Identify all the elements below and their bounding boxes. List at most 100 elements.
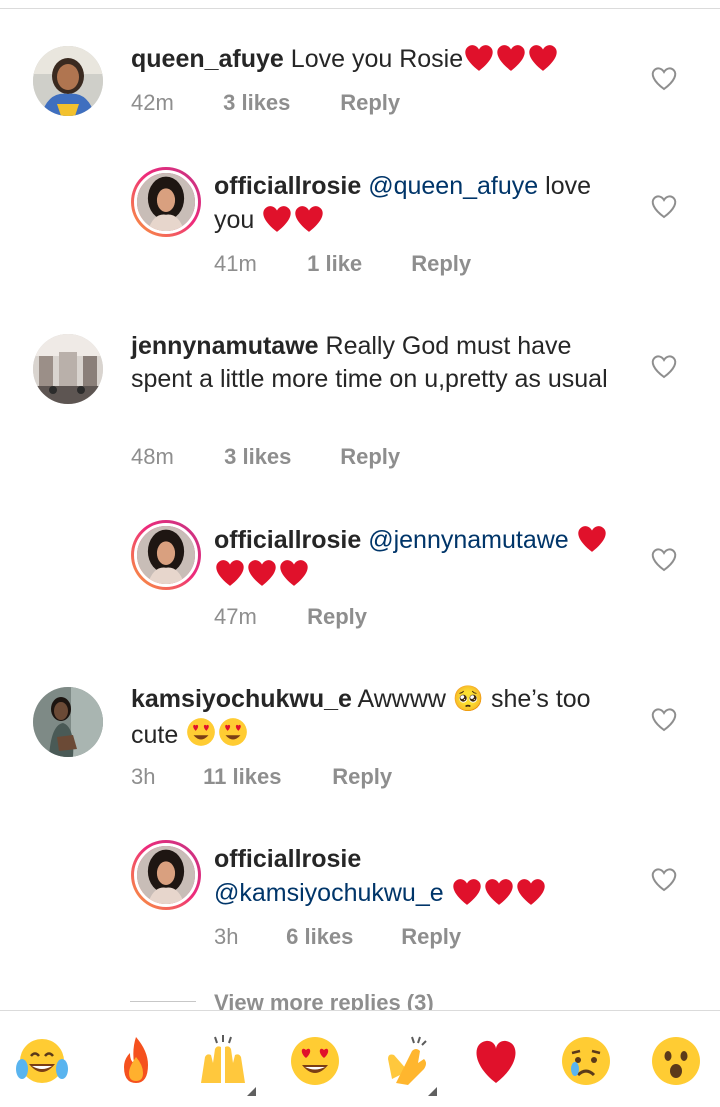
red-heart-icon <box>497 45 525 71</box>
emoji-quick-bar <box>0 1010 720 1107</box>
heart-outline-icon <box>651 868 677 892</box>
heart-eyes-icon <box>187 718 216 746</box>
like-heart-icon[interactable] <box>650 353 678 379</box>
crying-face-icon[interactable] <box>558 1033 614 1089</box>
heart-outline-icon <box>651 355 677 379</box>
like-heart-icon[interactable] <box>650 866 678 892</box>
comment-meta: 47m Reply <box>214 604 367 630</box>
mention-link[interactable]: @kamsiyochukwu_e <box>214 879 444 907</box>
comment-username[interactable]: officiallrosie <box>214 845 361 873</box>
heart-emojis <box>463 45 559 73</box>
profile-photo-icon <box>137 846 195 904</box>
comment-time: 42m <box>131 90 174 115</box>
fire-icon[interactable] <box>108 1033 164 1089</box>
red-heart-icon <box>465 45 493 71</box>
like-heart-icon[interactable] <box>650 193 678 219</box>
red-heart-icon[interactable] <box>468 1033 524 1089</box>
profile-photo-icon <box>33 46 103 116</box>
red-heart-icon <box>484 879 513 905</box>
tears-of-joy-icon[interactable] <box>14 1033 70 1089</box>
heart-eyes-icon <box>219 718 248 746</box>
avatar-photo <box>134 170 198 234</box>
red-heart-icon <box>280 560 308 586</box>
view-more-replies-label[interactable]: View more replies (3) <box>214 990 434 1012</box>
mention-link[interactable]: @queen_afuye <box>368 172 538 200</box>
likes-count[interactable]: 6 likes <box>286 924 395 950</box>
variant-indicator <box>247 1087 256 1096</box>
comment-username[interactable]: jennynamutawe <box>131 332 319 360</box>
profile-photo-icon <box>137 526 195 584</box>
comment-time: 3h <box>214 924 239 949</box>
heart-eyes-emojis <box>185 718 249 749</box>
variant-indicator <box>428 1087 437 1096</box>
comment-text <box>444 879 451 907</box>
comment-time: 47m <box>214 604 257 629</box>
reply-button[interactable]: Reply <box>340 444 400 470</box>
comment-body: queen_afuye Love you Rosie <box>131 42 631 76</box>
comment-meta: 42m 3 likes Reply <box>131 90 400 116</box>
avatar[interactable] <box>131 840 201 910</box>
reply-button[interactable]: Reply <box>401 924 461 950</box>
comment-username[interactable]: queen_afuye <box>131 45 284 73</box>
avatar[interactable] <box>33 334 103 404</box>
red-heart-icon <box>263 206 291 232</box>
like-heart-icon[interactable] <box>650 546 678 572</box>
comment-time: 41m <box>214 251 257 276</box>
likes-count[interactable]: 1 like <box>307 251 405 277</box>
raising-hands-icon[interactable] <box>195 1033 256 1096</box>
comment-time: 3h <box>131 764 156 789</box>
comment-text: Love you Rosie <box>290 45 464 73</box>
comment-meta: 41m 1 like Reply <box>214 251 471 277</box>
likes-count[interactable]: 11 likes <box>203 764 326 790</box>
heart-eyes-icon[interactable] <box>287 1033 343 1089</box>
comment-body: officiallrosie @queen_afuye love you <box>214 170 634 237</box>
top-divider <box>0 0 720 9</box>
red-heart-icon <box>516 879 545 905</box>
heart-outline-icon <box>651 195 677 219</box>
red-heart-icon <box>529 45 557 71</box>
avatar[interactable] <box>131 520 201 590</box>
comment-username[interactable]: officiallrosie <box>214 526 361 554</box>
heart-outline-icon <box>651 67 677 91</box>
comment-body: officiallrosie @jennynamutawe <box>214 523 634 591</box>
red-heart-icon <box>216 560 244 586</box>
comment-body: officiallrosie @kamsiyochukwu_e <box>214 843 634 910</box>
reply-button[interactable]: Reply <box>332 764 392 790</box>
view-more-replies[interactable]: View more replies (3) <box>130 988 570 1012</box>
heart-outline-icon <box>651 708 677 732</box>
comment-body: jennynamutawe Really God must have spent… <box>131 330 631 396</box>
comment-meta: 3h 6 likes Reply <box>214 924 461 950</box>
red-heart-icon <box>248 560 276 586</box>
profile-photo-icon <box>137 173 195 231</box>
likes-count[interactable]: 3 likes <box>223 90 334 116</box>
surprised-face-icon[interactable] <box>648 1033 704 1089</box>
comment-meta: 3h 11 likes Reply <box>131 764 392 790</box>
comment-username[interactable]: kamsiyochukwu_e <box>131 685 352 713</box>
comment-username[interactable]: officiallrosie <box>214 172 361 200</box>
likes-count[interactable]: 3 likes <box>224 444 334 470</box>
like-heart-icon[interactable] <box>650 65 678 91</box>
divider-line <box>130 1001 196 1002</box>
red-heart-icon <box>452 879 481 905</box>
reply-button[interactable]: Reply <box>307 604 367 630</box>
avatar[interactable] <box>33 46 103 116</box>
avatar[interactable] <box>33 687 103 757</box>
like-heart-icon[interactable] <box>650 706 678 732</box>
heart-emojis <box>451 879 547 907</box>
comment-time: 48m <box>131 444 174 469</box>
red-heart-icon <box>577 526 606 552</box>
avatar-photo <box>134 843 198 907</box>
avatar[interactable] <box>131 167 201 237</box>
red-heart-icon <box>295 206 323 232</box>
heart-emojis <box>261 206 325 234</box>
avatar-photo <box>134 523 198 587</box>
mention-link[interactable]: @jennynamutawe <box>368 526 569 554</box>
profile-photo-icon <box>33 334 103 404</box>
comment-body: kamsiyochukwu_e Awwww 🥺 she’s too cute <box>131 683 631 752</box>
clapping-hands-icon[interactable] <box>378 1033 437 1096</box>
heart-outline-icon <box>651 548 677 572</box>
comment-meta: 48m 3 likes Reply <box>131 444 400 470</box>
reply-button[interactable]: Reply <box>411 251 471 277</box>
profile-photo-icon <box>33 687 103 757</box>
reply-button[interactable]: Reply <box>340 90 400 116</box>
